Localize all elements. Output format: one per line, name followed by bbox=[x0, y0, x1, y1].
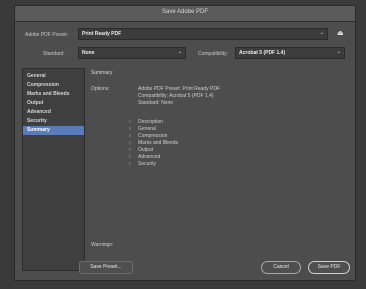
sidebar-item-output[interactable]: Output bbox=[23, 99, 84, 108]
compatibility-label: Compatibility: bbox=[198, 51, 229, 57]
options-label: Options: bbox=[91, 86, 110, 92]
standard-select[interactable]: None ⌄ bbox=[78, 47, 186, 59]
chevron-down-icon: ⌄ bbox=[319, 30, 324, 36]
save-preset-icon[interactable]: ⏏ bbox=[337, 30, 344, 37]
sidebar-item-security[interactable]: Security bbox=[23, 117, 84, 126]
chevron-down-icon: ⌄ bbox=[177, 49, 182, 55]
summary-section[interactable]: Compression bbox=[138, 133, 167, 139]
chevron-right-icon[interactable]: › bbox=[129, 119, 131, 125]
summary-line: Adobe PDF Preset: Print Ready PDF bbox=[138, 86, 220, 92]
chevron-right-icon[interactable]: › bbox=[129, 126, 131, 132]
summary-line: Compatibility: Acrobat 5 (PDF 1.4) bbox=[138, 93, 214, 99]
chevron-right-icon[interactable]: › bbox=[129, 133, 131, 139]
warnings-label: Warnings: bbox=[91, 242, 114, 248]
summary-heading: Summary bbox=[91, 70, 113, 76]
standard-label: Standard: bbox=[43, 51, 65, 57]
chevron-right-icon[interactable]: › bbox=[129, 140, 131, 146]
category-sidebar: General Compression Marks and Bleeds Out… bbox=[22, 68, 85, 271]
compatibility-value: Acrobat 5 (PDF 1.4) bbox=[239, 50, 286, 56]
chevron-down-icon: ⌄ bbox=[336, 49, 341, 55]
sidebar-item-summary[interactable]: Summary bbox=[23, 126, 84, 135]
chevron-right-icon[interactable]: › bbox=[129, 154, 131, 160]
dialog-title: Save Adobe PDF bbox=[161, 9, 209, 15]
save-preset-button[interactable]: Save Preset... bbox=[79, 261, 133, 274]
preset-value: Print Ready PDF bbox=[82, 31, 122, 37]
save-pdf-button[interactable]: Save PDF bbox=[308, 261, 350, 274]
chevron-right-icon[interactable]: › bbox=[129, 147, 131, 153]
compatibility-select[interactable]: Acrobat 5 (PDF 1.4) ⌄ bbox=[235, 47, 345, 59]
preset-select[interactable]: Print Ready PDF ⌄ bbox=[78, 28, 328, 40]
summary-section[interactable]: Marks and Bleeds bbox=[138, 140, 178, 146]
chevron-right-icon[interactable]: › bbox=[129, 161, 131, 167]
sidebar-item-advanced[interactable]: Advanced bbox=[23, 108, 84, 117]
save-pdf-dialog: Save Adobe PDF Adobe PDF Preset: Print R… bbox=[14, 5, 356, 281]
sidebar-item-compression[interactable]: Compression bbox=[23, 81, 84, 90]
summary-panel: Summary Options: Adobe PDF Preset: Print… bbox=[91, 68, 349, 271]
sidebar-item-general[interactable]: General bbox=[23, 72, 84, 81]
summary-section[interactable]: Security bbox=[138, 161, 156, 167]
title-bar[interactable]: Save Adobe PDF bbox=[15, 6, 355, 22]
cancel-button[interactable]: Cancel bbox=[261, 261, 301, 274]
sidebar-item-marks-and-bleeds[interactable]: Marks and Bleeds bbox=[23, 90, 84, 99]
summary-section[interactable]: Advanced bbox=[138, 154, 160, 160]
summary-line: Standard: None bbox=[138, 100, 174, 106]
standard-value: None bbox=[82, 50, 95, 56]
summary-section[interactable]: General bbox=[138, 126, 156, 132]
summary-section[interactable]: Output bbox=[138, 147, 153, 153]
summary-section[interactable]: Description bbox=[138, 119, 163, 125]
preset-label: Adobe PDF Preset: bbox=[25, 32, 69, 38]
